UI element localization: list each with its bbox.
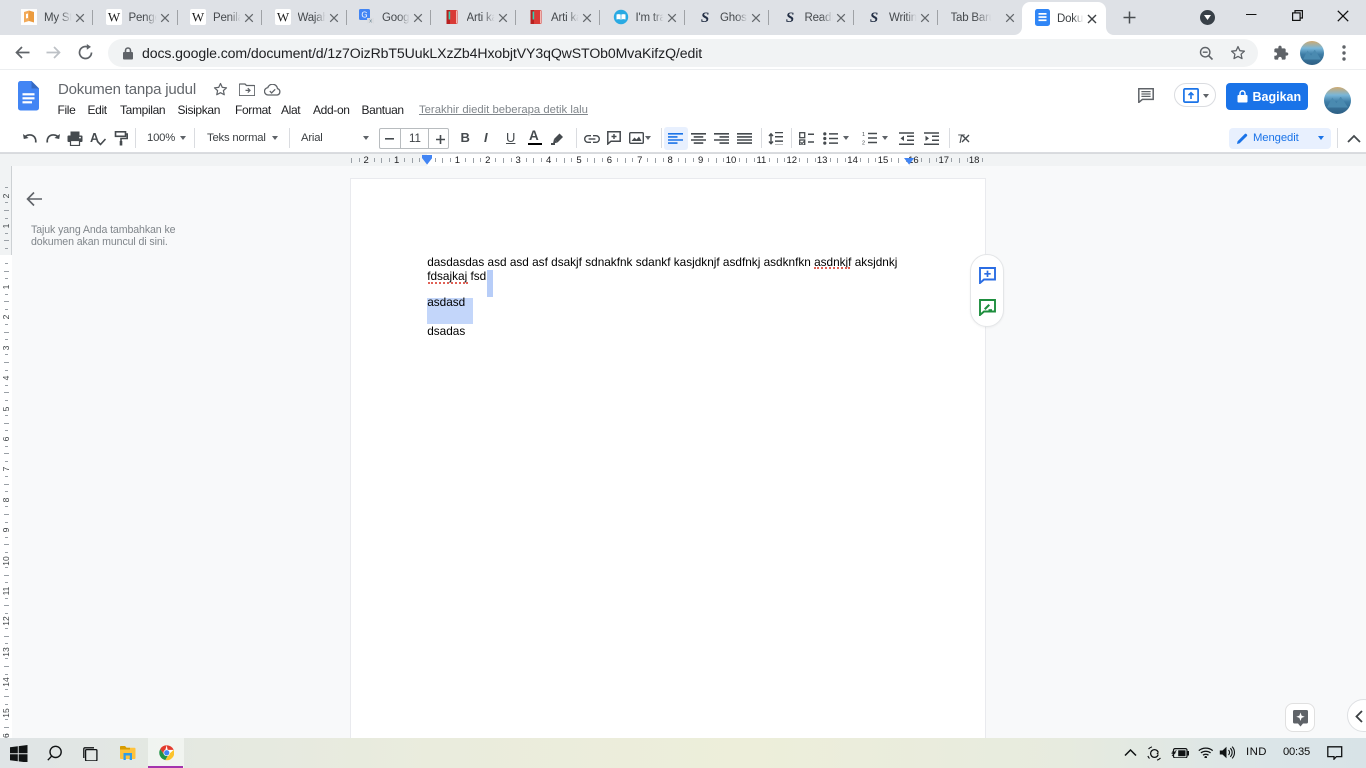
svg-text:1: 1 [862, 132, 865, 138]
svg-text:W: W [107, 10, 120, 25]
svg-text:S: S [785, 10, 793, 25]
svg-text:x: x [369, 19, 372, 25]
svg-text:W: W [192, 10, 205, 25]
svg-text:2: 2 [862, 141, 865, 146]
svg-text:G: G [361, 11, 367, 20]
svg-text:W: W [276, 10, 289, 25]
svg-text:A: A [90, 131, 99, 145]
svg-text:S: S [701, 10, 709, 25]
svg-text:S: S [870, 10, 878, 25]
